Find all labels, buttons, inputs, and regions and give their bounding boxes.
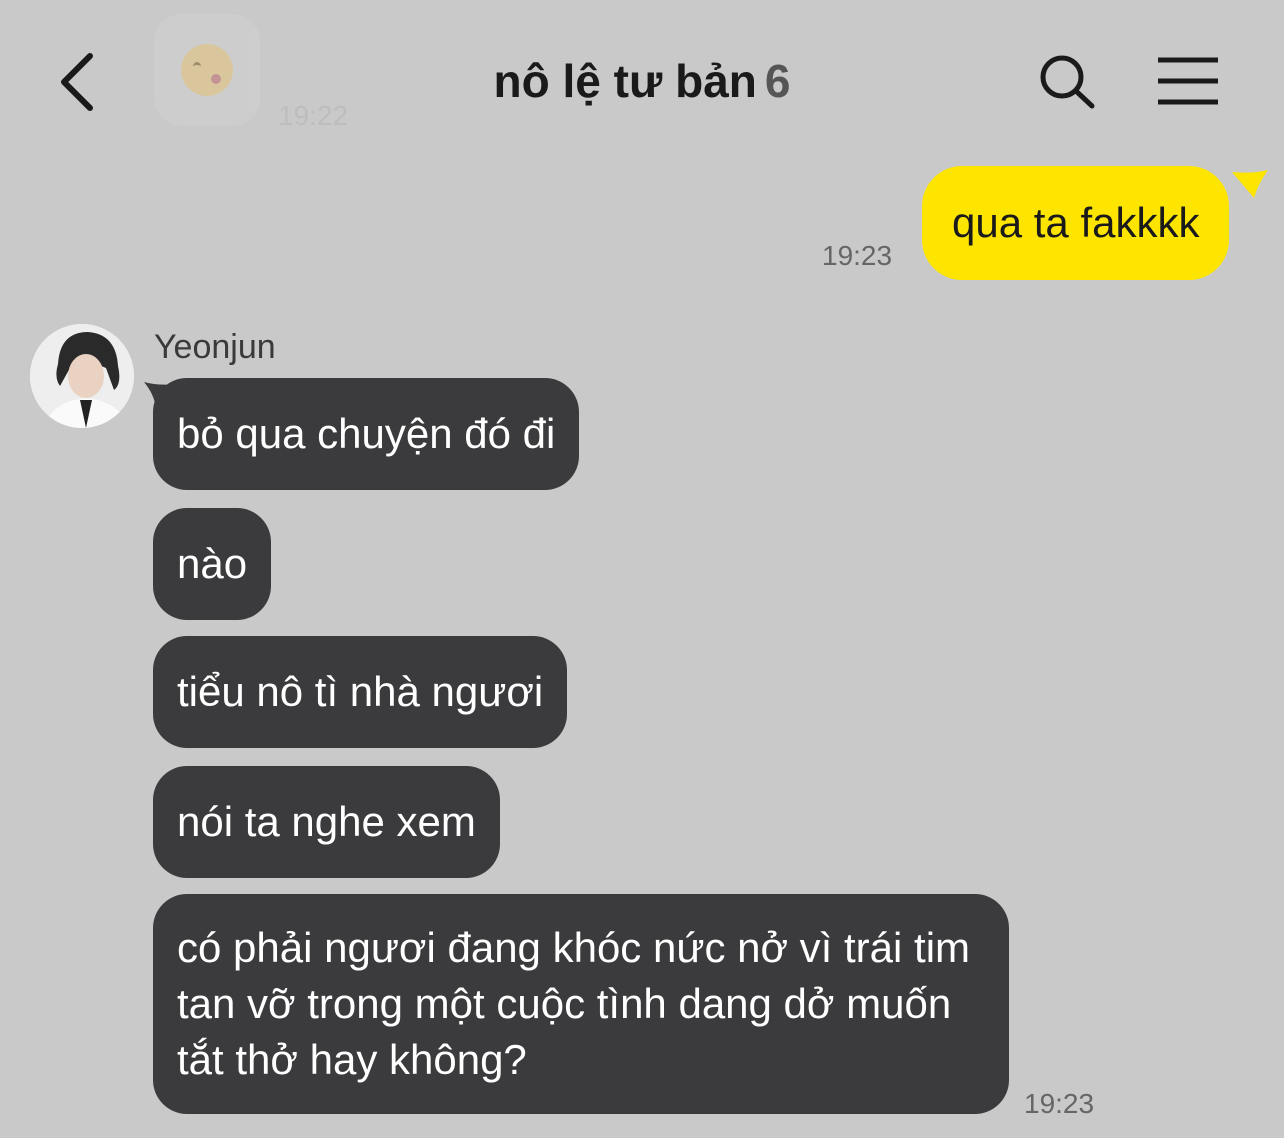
search-icon[interactable] [1038,54,1098,110]
my-message-bubble[interactable]: qua ta fakkkk [922,166,1230,280]
friend-message-time: 19:23 [1024,1088,1095,1119]
member-count: 6 [764,55,791,107]
my-bubble-tail [1232,170,1268,198]
friend-message-bubble[interactable]: nói ta nghe xem [153,766,500,878]
sender-name: Yeonjun [154,328,276,366]
friend-message-bubble[interactable]: có phải ngươi đang khóc nức nở vì trái t… [153,894,1009,1114]
menu-icon[interactable] [1156,56,1220,106]
friend-message-bubble[interactable]: bỏ qua chuyện đó đi [153,378,580,490]
chat-title: nô lệ tư bản [493,55,757,107]
profile-photo [30,324,134,428]
avatar[interactable] [30,324,134,428]
friend-message-bubble[interactable]: tiểu nô tì nhà ngươi [153,636,568,748]
my-message-time: 19:23 [822,240,893,271]
friend-message-bubble[interactable]: nào [153,508,272,620]
